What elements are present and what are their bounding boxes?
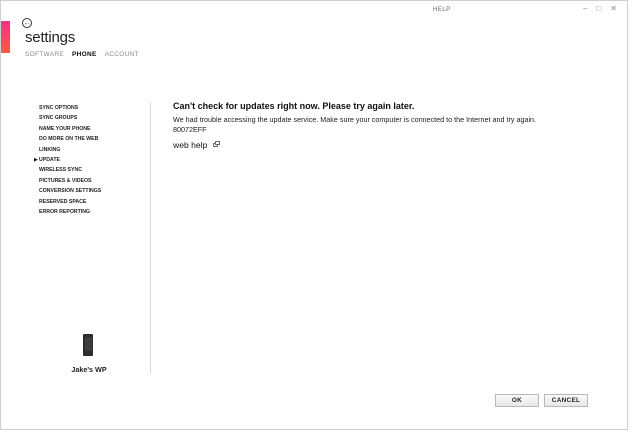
- sidebar-item-name-your-phone[interactable]: NAME YOUR PHONE: [39, 124, 101, 134]
- sidebar-item-error-reporting[interactable]: ERROR REPORTING: [39, 207, 101, 217]
- sidebar-item-sync-options[interactable]: SYNC OPTIONS: [39, 103, 101, 113]
- window-controls: – □ ✕: [583, 4, 617, 14]
- device-name: Jake's WP: [71, 365, 107, 374]
- selected-arrow-icon: ▶: [34, 156, 38, 163]
- back-arrow-icon: ←: [23, 19, 31, 27]
- error-headline: Can't check for updates right now. Pleas…: [173, 101, 415, 111]
- help-link[interactable]: HELP: [433, 7, 451, 13]
- minimize-icon[interactable]: –: [583, 4, 587, 14]
- sidebar-nav: SYNC OPTIONS SYNC GROUPS NAME YOUR PHONE…: [34, 103, 101, 217]
- main-content: Can't check for updates right now. Pleas…: [173, 101, 593, 150]
- sidebar-item-pictures-videos[interactable]: PICTURES & VIDEOS: [39, 176, 101, 186]
- sidebar-item-linking[interactable]: LINKING: [39, 145, 101, 155]
- error-message: We had trouble accessing the update serv…: [173, 115, 537, 124]
- phone-icon: [83, 334, 93, 356]
- sidebar-item-conversion-settings[interactable]: CONVERSION SETTINGS: [39, 186, 101, 196]
- sidebar-item-update[interactable]: ▶ UPDATE: [34, 155, 101, 165]
- app-window: HELP – □ ✕ ← settings SOFTWARE PHONE ACC…: [0, 0, 628, 430]
- cancel-button[interactable]: CANCEL: [544, 394, 588, 407]
- ok-button[interactable]: OK: [495, 394, 539, 407]
- external-link-icon: [213, 141, 221, 148]
- tab-account[interactable]: ACCOUNT: [105, 51, 139, 58]
- sidebar-item-sync-groups[interactable]: SYNC GROUPS: [39, 113, 101, 123]
- page-title: settings: [25, 29, 76, 46]
- maximize-icon[interactable]: □: [596, 4, 601, 14]
- web-help-label: web help: [173, 140, 208, 150]
- top-tabs: SOFTWARE PHONE ACCOUNT: [25, 51, 139, 58]
- tab-software[interactable]: SOFTWARE: [25, 51, 64, 58]
- web-help-link[interactable]: web help: [173, 140, 593, 150]
- sidebar-item-do-more-on-the-web[interactable]: DO MORE ON THE WEB: [39, 134, 101, 144]
- back-button[interactable]: ←: [22, 18, 32, 28]
- tab-phone[interactable]: PHONE: [72, 51, 97, 58]
- accent-bar: [1, 21, 10, 53]
- close-icon[interactable]: ✕: [610, 4, 617, 14]
- vertical-divider: [150, 102, 151, 374]
- phone-screen: [84, 337, 92, 351]
- sidebar-item-reserved-space[interactable]: RESERVED SPACE: [39, 197, 101, 207]
- error-code: 80072EFF: [173, 125, 207, 134]
- sidebar-item-wireless-sync[interactable]: WIRELESS SYNC: [39, 165, 101, 175]
- sidebar-item-label: UPDATE: [39, 156, 60, 163]
